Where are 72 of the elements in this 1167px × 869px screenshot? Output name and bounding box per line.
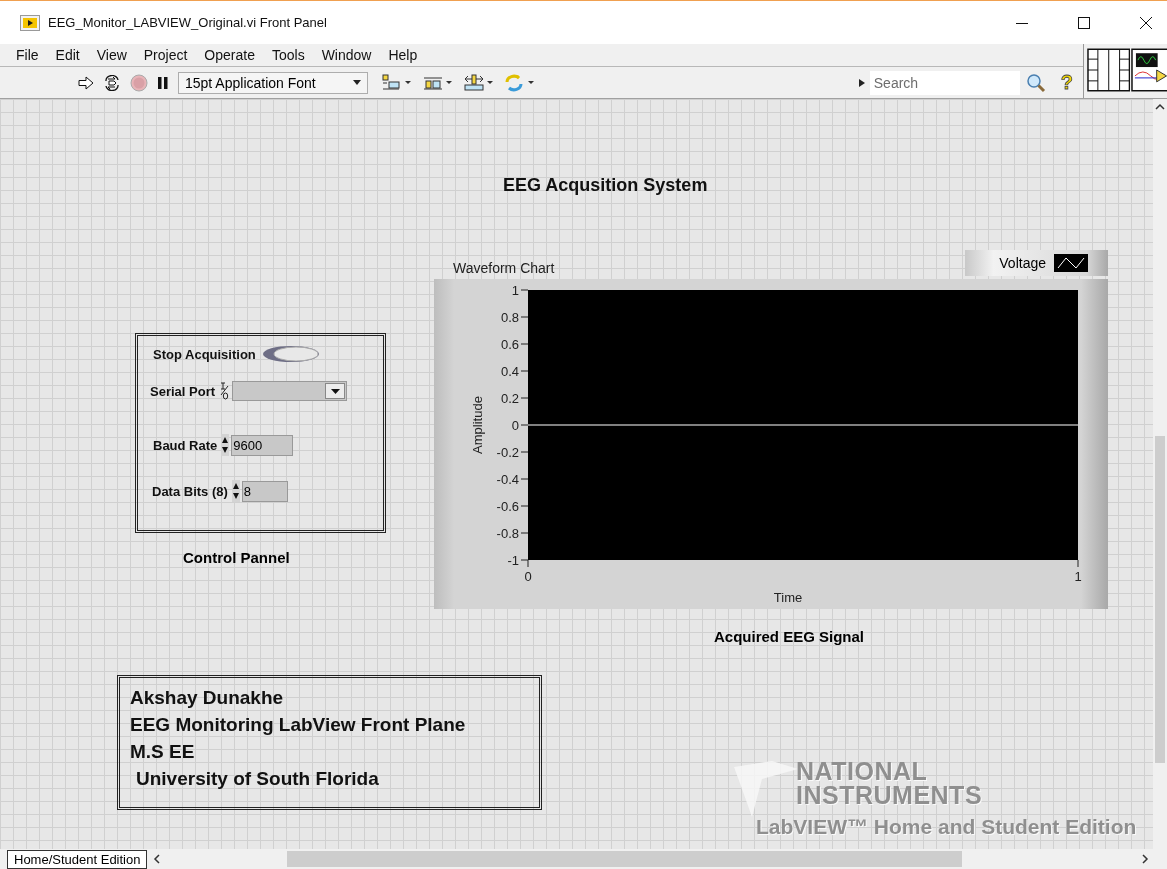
run-arrow-icon[interactable] [78, 75, 94, 90]
vertical-scrollbar-thumb[interactable] [1155, 436, 1165, 763]
app-icon [20, 14, 40, 31]
scroll-right-icon[interactable] [1141, 854, 1149, 864]
y-tick-label: -0.8 [496, 525, 519, 541]
horizontal-scrollbar-thumb[interactable] [287, 851, 963, 867]
resize-objects-icon[interactable] [463, 73, 495, 92]
numeric-field[interactable]: 9600 [231, 434, 294, 456]
increment-arrows-icon[interactable] [221, 434, 230, 456]
reorder-icon[interactable] [504, 73, 536, 92]
branding-text: NATIONAL [796, 759, 929, 783]
edition-label: Home/Student Edition [7, 849, 148, 869]
vi-icon-drawing[interactable] [1131, 48, 1167, 92]
legend-label: Voltage [999, 255, 1046, 271]
search-field[interactable]: Search [869, 70, 1020, 95]
connector-pane-icon[interactable] [1087, 48, 1131, 92]
increment-arrows-icon[interactable] [231, 480, 240, 502]
caret-icon [353, 80, 361, 85]
menu-item[interactable]: Help [380, 47, 427, 63]
y-tick-label: 0.4 [500, 363, 519, 379]
serial-port-dropdown[interactable] [232, 381, 348, 401]
panel-title: EEG Acqusition System [503, 175, 708, 196]
y-tick-label: 0 [511, 417, 519, 433]
branding-text: INSTRUMENTS [796, 783, 984, 807]
close-icon[interactable] [1140, 16, 1152, 29]
chart-legend[interactable]: Voltage [965, 250, 1108, 276]
menu-item[interactable]: Window [313, 47, 381, 63]
branding-text: LabVIEW™ Home and Student Edition [756, 815, 1137, 839]
author-text: M.S EE [130, 740, 196, 764]
x-axis-label: Time [773, 590, 803, 605]
align-objects-icon[interactable] [381, 73, 413, 92]
search-icon[interactable] [1025, 72, 1046, 93]
author-text: Akshay Dunakhe [130, 686, 285, 710]
y-tick-label: 1 [511, 282, 519, 298]
toggle-button[interactable] [261, 345, 320, 363]
menu-item[interactable]: Tools [263, 47, 314, 63]
scroll-up-icon[interactable] [1155, 103, 1165, 111]
menu-item[interactable]: File [8, 47, 48, 63]
x-tick-label: 1 [1074, 569, 1082, 584]
y-tick-label: 0.8 [500, 309, 519, 325]
font-dropdown[interactable]: 15pt Application Font [178, 71, 368, 94]
control-label: Stop Acquisition [153, 346, 256, 362]
window-title: EEG_Monitor_LABVIEW_Original.vi Front Panel [48, 15, 327, 30]
pause-icon[interactable] [157, 75, 169, 90]
y-tick-label: -1 [507, 552, 519, 568]
chart-title: Waveform Chart [453, 260, 555, 276]
maximize-icon[interactable] [1078, 16, 1090, 29]
control-panel-caption: Control Pannel [183, 549, 290, 566]
menu-item[interactable]: Edit [47, 47, 89, 63]
numeric-field[interactable]: 8 [241, 480, 288, 502]
menu-item[interactable]: View [88, 47, 136, 63]
y-tick-label: 0.6 [500, 336, 519, 352]
io-icon [219, 381, 231, 401]
y-tick-label: 0.2 [500, 390, 519, 406]
y-tick-label: -0.6 [496, 498, 519, 514]
scroll-left-icon[interactable] [153, 854, 162, 864]
y-tick-label: -0.4 [496, 471, 519, 487]
control-label: Serial Port [150, 383, 216, 399]
chart-caption: Acquired EEG Signal [714, 628, 865, 645]
menu-item[interactable]: Project [135, 47, 197, 63]
control-label: Data Bits (8) [152, 483, 228, 499]
y-axis-label: Amplitude [470, 396, 485, 454]
caret-icon [330, 388, 340, 394]
run-continuously-icon[interactable] [103, 74, 121, 91]
y-tick-label: -0.2 [496, 444, 519, 460]
menu-item[interactable]: Operate [196, 47, 264, 63]
author-text: University of South Florida [135, 767, 380, 791]
x-tick-label: 0 [524, 569, 532, 584]
legend-line-icon [1054, 254, 1088, 272]
control-label: Baud Rate [153, 437, 218, 453]
expand-arrow-icon[interactable] [858, 78, 865, 87]
author-text: EEG Monitoring LabView Front Plane [130, 713, 467, 737]
